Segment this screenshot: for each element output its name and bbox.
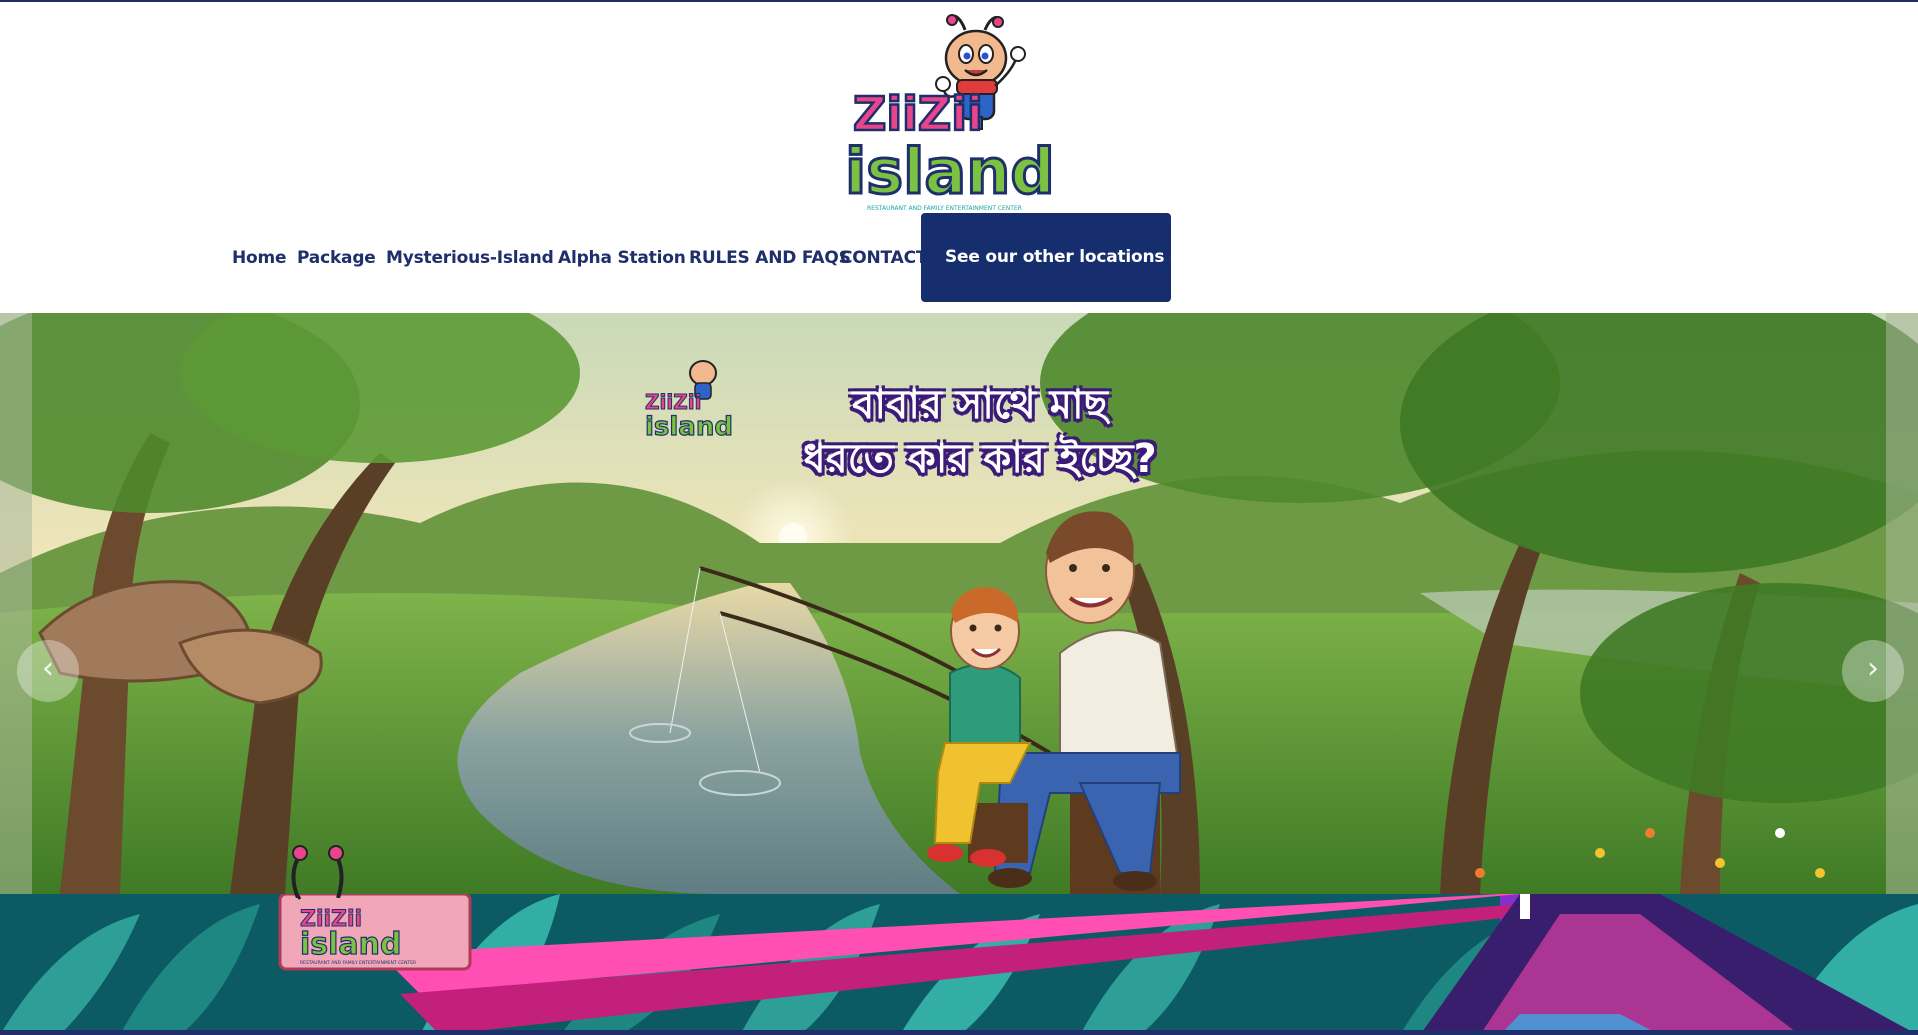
nav-item-mysterious-island[interactable]: Mysterious-Island xyxy=(386,213,554,303)
logo-line2: island xyxy=(845,135,1055,208)
sign-mascot-antennae xyxy=(291,845,344,898)
nav-item-home[interactable]: Home xyxy=(232,213,287,303)
top-border xyxy=(0,0,1918,2)
logo-tagline: RESTAURANT AND FAMILY ENTERTAINMENT CENT… xyxy=(867,205,1022,212)
chevron-down-icon: ⌵ xyxy=(1170,251,1181,266)
section-banner: ZiiZii island RESTAURANT AND FAMILY ENTE… xyxy=(0,894,1918,1035)
bottom-border xyxy=(0,1030,1918,1035)
zizi-mascot-icon: ZiiZii island RESTAURANT AND FAMILY ENTE… xyxy=(844,14,1056,212)
nav-item-alpha-station[interactable]: Alpha Station xyxy=(558,213,686,303)
nav-item-contact[interactable]: CONTACT xyxy=(840,213,927,303)
slide-logo-line1: ZiiZii xyxy=(645,390,701,414)
logo-line1: ZiiZii xyxy=(853,87,983,141)
other-locations-button[interactable]: See our other locations ⌵ xyxy=(921,213,1180,302)
nav-item-package[interactable]: Package xyxy=(297,213,376,303)
bowling-banner-image: ZiiZii island RESTAURANT AND FAMILY ENTE… xyxy=(0,894,1918,1035)
other-locations-label: See our other locations xyxy=(945,247,1165,267)
site-logo[interactable]: ZiiZii island RESTAURANT AND FAMILY ENTE… xyxy=(844,10,1075,215)
main-navigation: Home Package Mysterious-Island Alpha Sta… xyxy=(0,213,1918,303)
arrow-right-icon[interactable]: › xyxy=(1842,640,1904,702)
slide-headline-line2: ধরতে কার কার ইচ্ছে? xyxy=(803,436,1157,482)
sign-tagline: RESTAURANT AND FAMILY ENTERTAINMENT CENT… xyxy=(300,960,416,966)
sign-line2: island xyxy=(300,927,402,962)
arrow-left-icon[interactable]: ‹ xyxy=(17,640,79,702)
nav-item-rules-faqs[interactable]: RULES AND FAQS xyxy=(689,213,851,303)
hero-slider: ZiiZii island বাবার সাথে মাছ ধরতে কার কা… xyxy=(0,313,1918,894)
